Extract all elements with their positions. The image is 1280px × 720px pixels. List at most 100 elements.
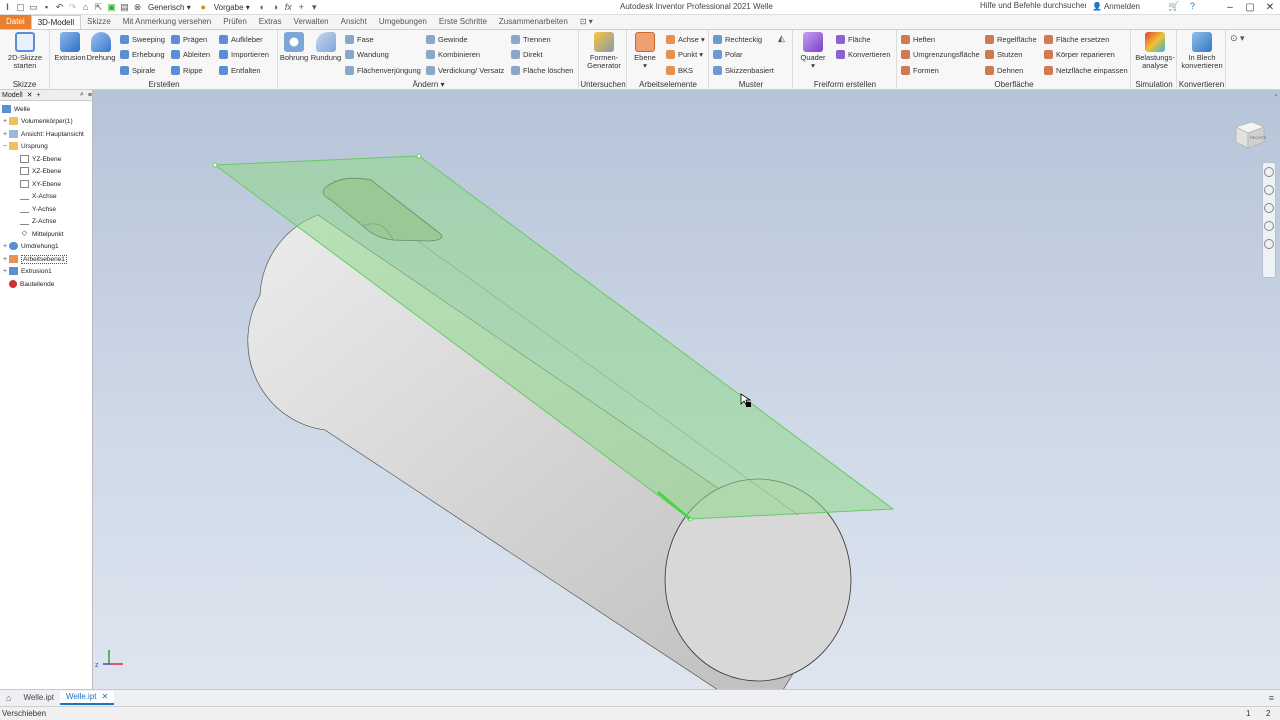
umgrenzungsflaeche-button[interactable]: Umgrenzungsfläche bbox=[901, 48, 980, 60]
expand-icon[interactable]: + bbox=[2, 243, 8, 250]
extrusion-button[interactable]: Extrusion bbox=[53, 32, 87, 62]
browser-add-icon[interactable]: + bbox=[37, 92, 41, 99]
look-at-icon[interactable] bbox=[1264, 239, 1274, 249]
group-label-aendern[interactable]: Ändern ▾ bbox=[279, 80, 578, 89]
tree-item-welle[interactable]: Welle bbox=[2, 103, 30, 115]
tree-item-xz-ebene[interactable]: XZ-Ebene bbox=[20, 165, 61, 177]
kombinieren-button[interactable]: Kombinieren bbox=[426, 48, 480, 60]
pan-icon[interactable] bbox=[1264, 185, 1274, 195]
tab-list-icon[interactable]: ≡ bbox=[1269, 693, 1280, 703]
print-icon[interactable]: ▤ bbox=[119, 1, 130, 14]
app-menu-icon[interactable]: I bbox=[2, 1, 13, 14]
tree-item-ansicht[interactable]: + Ansicht: Hauptansicht bbox=[2, 128, 84, 140]
verdickung-button[interactable]: Verdickung/ Versatz bbox=[426, 64, 504, 76]
wandung-button[interactable]: Wandung bbox=[345, 48, 389, 60]
work-plane-corner-handle[interactable] bbox=[416, 153, 422, 159]
rippe-button[interactable]: Rippe bbox=[171, 64, 203, 76]
close-icon[interactable]: ✕ bbox=[1260, 0, 1280, 15]
cart-icon[interactable]: 🛒 bbox=[1168, 1, 1179, 12]
doc-tab-welle-1[interactable]: Welle.ipt bbox=[17, 691, 60, 705]
tab-ansicht[interactable]: Ansicht bbox=[335, 15, 373, 29]
rechteckig-button[interactable]: Rechteckig bbox=[713, 33, 762, 45]
flaeche-button[interactable]: Fläche bbox=[836, 33, 871, 45]
home-icon[interactable]: ⌂ bbox=[80, 1, 91, 14]
tab-pruefen[interactable]: Prüfen bbox=[217, 15, 253, 29]
tree-item-z-achse[interactable]: Z-Achse bbox=[20, 215, 56, 227]
viewport-maximize-icon[interactable]: ▫ bbox=[1275, 92, 1277, 99]
tree-item-bauteilende[interactable]: Bauteilende bbox=[2, 278, 54, 290]
drehung-button[interactable]: Drehung bbox=[84, 32, 118, 62]
doc-tab-welle-2[interactable]: Welle.ipt ✕ bbox=[59, 690, 115, 705]
tab-options-icon[interactable]: ⊡ ▾ bbox=[574, 15, 599, 29]
tab-zusammenarbeiten[interactable]: Zusammenarbeiten bbox=[493, 15, 574, 29]
tab-verwalten[interactable]: Verwalten bbox=[287, 15, 334, 29]
help-search-input[interactable]: Hilfe und Befehle durchsuchen... bbox=[978, 1, 1086, 13]
heften-button[interactable]: Heften bbox=[901, 33, 935, 45]
trennen-button[interactable]: Trennen bbox=[511, 33, 551, 45]
viewcube[interactable]: RECHTS bbox=[1232, 118, 1266, 150]
clear-appearance-icon[interactable]: ◑ bbox=[270, 1, 281, 14]
new-file-icon[interactable]: ▢ bbox=[15, 1, 26, 14]
ribbon-options-icon[interactable]: ⊙ ▾ bbox=[1230, 33, 1245, 44]
tab-skizze[interactable]: Skizze bbox=[81, 15, 117, 29]
tree-item-mittelpunkt[interactable]: ◇ Mittelpunkt bbox=[20, 228, 64, 240]
konvertieren-button[interactable]: Konvertieren bbox=[836, 48, 891, 60]
rundung-button[interactable]: Rundung bbox=[309, 32, 343, 62]
importieren-button[interactable]: Importieren bbox=[219, 48, 269, 60]
tree-item-extrusion[interactable]: + Extrusion1 bbox=[2, 265, 52, 277]
tab-umgebungen[interactable]: Umgebungen bbox=[373, 15, 433, 29]
browser-tab-model[interactable]: Modell bbox=[2, 92, 23, 99]
expand-icon[interactable]: + bbox=[2, 256, 8, 263]
tree-item-volumenkoerper[interactable]: + Volumenkörper(1) bbox=[2, 115, 73, 127]
tree-item-y-achse[interactable]: Y-Achse bbox=[20, 203, 56, 215]
login-button[interactable]: 👤 Anmelden bbox=[1092, 2, 1140, 11]
orbit-icon[interactable] bbox=[1264, 221, 1274, 231]
doc-tab-close-icon[interactable]: ✕ bbox=[102, 690, 109, 704]
redo-icon[interactable]: ↷ bbox=[67, 1, 78, 14]
bohrung-button[interactable]: Bohrung bbox=[277, 32, 311, 62]
tab-datei[interactable]: Datei bbox=[0, 15, 31, 29]
regelflaeche-button[interactable]: Regelfläche bbox=[985, 33, 1037, 45]
update-icon[interactable]: ▣ bbox=[106, 1, 117, 14]
customize-qat-icon[interactable]: ▾ bbox=[309, 1, 320, 14]
skizzenbasiert-button[interactable]: Skizzenbasiert bbox=[713, 64, 774, 76]
select-icon[interactable]: ⇱ bbox=[93, 1, 104, 14]
steering-wheel-icon[interactable] bbox=[1264, 167, 1274, 177]
tree-item-ursprung[interactable]: − Ursprung bbox=[2, 140, 48, 152]
zoom-icon[interactable] bbox=[1264, 203, 1274, 213]
expand-icon[interactable]: + bbox=[2, 268, 8, 275]
collapse-icon[interactable]: − bbox=[2, 143, 8, 150]
style-select[interactable]: Generisch ▾ bbox=[145, 1, 194, 13]
tab-extras[interactable]: Extras bbox=[253, 15, 288, 29]
undo-icon[interactable]: ↶ bbox=[54, 1, 65, 14]
help-icon[interactable]: ? bbox=[1190, 1, 1195, 11]
parameters-icon[interactable]: fx bbox=[283, 1, 294, 14]
entfalten-button[interactable]: Entfalten bbox=[219, 64, 261, 76]
tree-item-yz-ebene[interactable]: YZ-Ebene bbox=[20, 153, 61, 165]
belastungsanalyse-button[interactable]: Belastungs-analyse bbox=[1135, 32, 1175, 70]
koerper-reparieren-button[interactable]: Körper reparieren bbox=[1044, 48, 1115, 60]
sweeping-button[interactable]: Sweeping bbox=[120, 33, 165, 45]
graphics-viewport[interactable]: z RECHTS ▫ bbox=[93, 90, 1280, 689]
gewinde-button[interactable]: Gewinde bbox=[426, 33, 468, 45]
start-2d-sketch-button[interactable]: 2D-Skizze starten bbox=[7, 32, 43, 70]
material-icon[interactable]: ◐ bbox=[257, 1, 268, 14]
browser-search-icon[interactable]: ⌕ bbox=[80, 91, 84, 99]
fase-button[interactable]: Fase bbox=[345, 33, 374, 45]
add-icon[interactable]: + bbox=[296, 1, 307, 14]
polar-button[interactable]: Polar bbox=[713, 48, 743, 60]
achse-button[interactable]: Achse ▾ bbox=[666, 33, 705, 45]
color-icon[interactable]: ● bbox=[198, 1, 209, 14]
home-tab-icon[interactable]: ⌂ bbox=[0, 693, 17, 703]
expand-icon[interactable]: + bbox=[2, 131, 8, 138]
tab-3d-modell[interactable]: 3D-Modell bbox=[30, 15, 82, 29]
tree-item-xy-ebene[interactable]: XY-Ebene bbox=[20, 178, 61, 190]
ebene-button[interactable]: Ebene ▾ bbox=[628, 32, 662, 70]
close-doc-icon[interactable]: ⊗ bbox=[132, 1, 143, 14]
tree-item-x-achse[interactable]: X-Achse bbox=[20, 190, 57, 202]
appearance-select[interactable]: Vorgabe ▾ bbox=[211, 1, 253, 13]
tree-item-arbeitsebene[interactable]: + Arbeitsebene1 bbox=[2, 253, 67, 265]
flaechenverjuengung-button[interactable]: Flächenverjüngung bbox=[345, 64, 421, 76]
restore-icon[interactable]: ▢ bbox=[1240, 0, 1260, 15]
ableiten-button[interactable]: Ableiten bbox=[171, 48, 210, 60]
